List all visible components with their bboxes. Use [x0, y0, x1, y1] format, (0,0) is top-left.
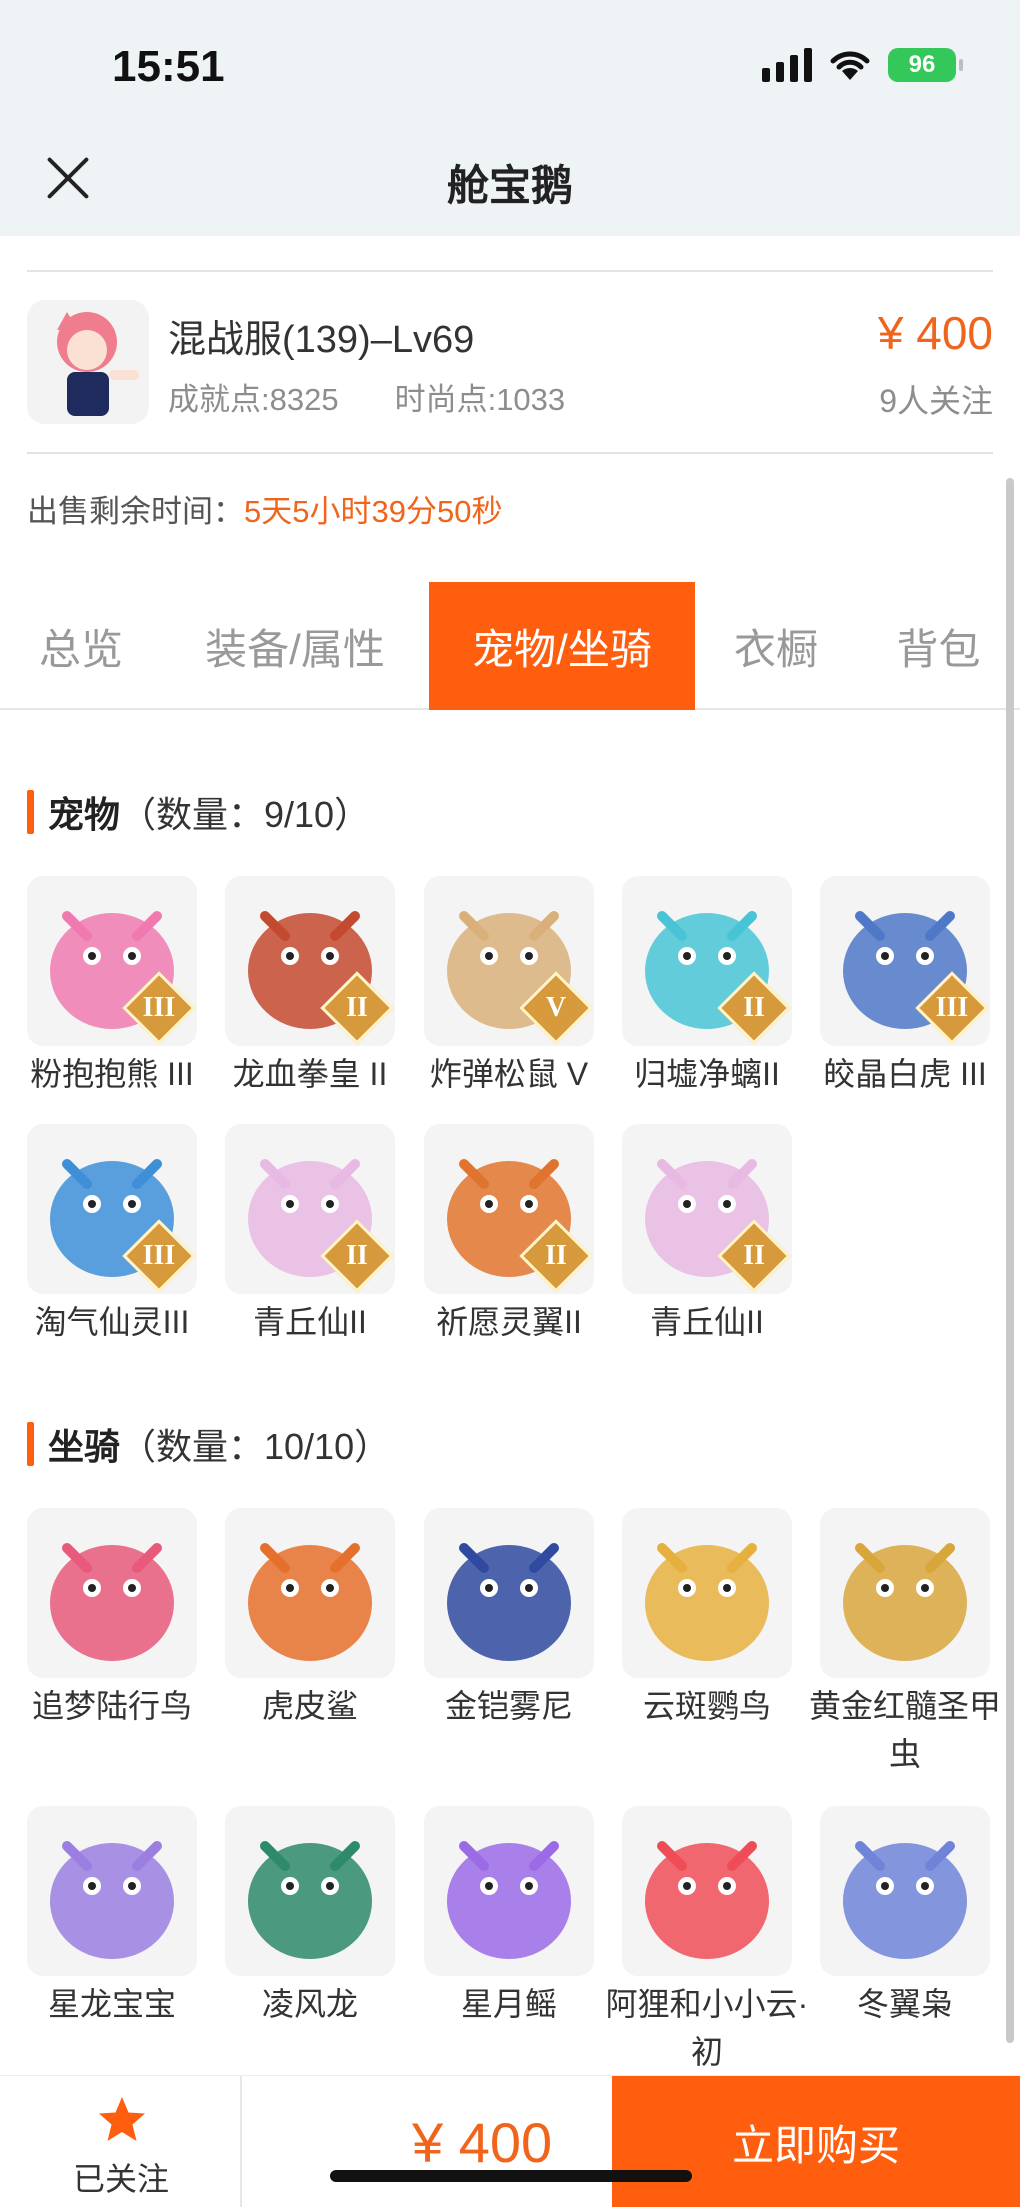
list-item[interactable]: 虎皮鲨	[225, 1508, 395, 1730]
buy-now-button[interactable]: 立即购买	[612, 2076, 1020, 2207]
tiger-icon: III	[820, 876, 990, 1046]
list-item[interactable]: II 青丘仙II	[622, 1124, 792, 1346]
list-item[interactable]: 追梦陆行鸟	[27, 1508, 197, 1730]
wind-dragon-icon	[225, 1806, 395, 1976]
remaining-label: 出售剩余时间：	[27, 494, 244, 529]
status-icons: 96	[762, 48, 963, 82]
divider	[27, 452, 993, 454]
tab-overview[interactable]: 总览	[0, 582, 162, 710]
bird-icon: II	[424, 1124, 594, 1294]
status-time: 15:51	[112, 42, 225, 91]
ray-icon	[424, 1806, 594, 1976]
item-name: 龙血拳皇 II	[232, 1056, 388, 1092]
list-item[interactable]: 星龙宝宝	[27, 1806, 197, 2028]
mounts-section-title: 坐骑 （数量：10/10）	[27, 1418, 390, 1470]
fox-fairy-icon: II	[622, 1124, 792, 1294]
item-name: 星月鳐	[460, 1986, 557, 2022]
cellular-signal-icon	[762, 48, 812, 82]
star-icon	[99, 2097, 145, 2141]
server-level: 混战服(139)–Lv69	[168, 319, 475, 361]
item-name: 金铠雾尼	[444, 1688, 573, 1724]
list-item[interactable]: 云斑鹦鸟	[622, 1508, 792, 1730]
list-item[interactable]: 黄金红髓圣甲虫	[809, 1508, 1001, 1778]
list-item[interactable]: II 青丘仙II	[225, 1124, 395, 1346]
divider	[27, 270, 993, 272]
pets-section-title: 宠物 （数量：9/10）	[27, 786, 370, 838]
points-row: 成就点:8325 时尚点:1033	[168, 374, 565, 419]
list-item[interactable]: II 龙血拳皇 II	[225, 876, 395, 1098]
character-avatar	[27, 300, 149, 424]
remaining-time: 出售剩余时间：5天5小时39分50秒	[27, 486, 502, 531]
list-item[interactable]: 星月鳐	[424, 1806, 594, 2028]
list-item[interactable]: III 淘气仙灵III	[27, 1124, 197, 1346]
tab-bar: 总览 装备/属性 宠物/坐骑 衣橱 背包	[0, 582, 1020, 710]
wifi-icon	[830, 51, 870, 80]
item-name: 青丘仙II	[650, 1304, 764, 1340]
fox-cloud-icon	[622, 1806, 792, 1976]
follow-button[interactable]: 已关注	[0, 2076, 242, 2207]
tab-bag[interactable]: 背包	[857, 582, 1020, 710]
item-name: 祈愿灵翼II	[436, 1304, 582, 1340]
scrollbar[interactable]	[1006, 478, 1014, 2043]
item-name: 青丘仙II	[253, 1304, 367, 1340]
tab-pets-mounts[interactable]: 宠物/坐骑	[429, 582, 695, 710]
bottom-price: ¥ 400	[412, 2111, 553, 2174]
beetle-icon	[820, 1508, 990, 1678]
owl-icon	[820, 1806, 990, 1976]
achievement-points: 成就点:8325	[168, 382, 339, 417]
list-item[interactable]: II 归墟净螭II	[622, 876, 792, 1098]
item-name: 阿狸和小小云·初	[605, 1986, 809, 2070]
baby-dragon-icon	[27, 1806, 197, 1976]
item-name: 炸弹松鼠 V	[429, 1056, 589, 1092]
parrot-icon	[622, 1508, 792, 1678]
item-name: 星龙宝宝	[47, 1986, 176, 2022]
item-name: 黄金红髓圣甲虫	[808, 1688, 1001, 1772]
follow-label: 已关注	[72, 2161, 169, 2197]
tab-wardrobe[interactable]: 衣橱	[695, 582, 857, 710]
item-name: 皎晶白虎 III	[823, 1056, 987, 1092]
home-indicator	[330, 2170, 692, 2182]
page-title: 舱宝鹅	[446, 162, 573, 209]
list-item[interactable]: 阿狸和小小云·初	[606, 1806, 808, 2076]
list-item[interactable]: 金铠雾尼	[424, 1508, 594, 1730]
item-name: 冬翼枭	[856, 1986, 953, 2022]
serpent-icon: II	[622, 876, 792, 1046]
bottom-action-bar: 已关注 ¥ 400 立即购买	[0, 2075, 1020, 2207]
squirrel-icon: V	[424, 876, 594, 1046]
list-item[interactable]: III 粉抱抱熊 III	[27, 876, 197, 1098]
list-item[interactable]: V 炸弹松鼠 V	[424, 876, 594, 1098]
fashion-points: 时尚点:1033	[394, 382, 566, 417]
battery-icon: 96	[888, 48, 963, 82]
remaining-value: 5天5小时39分50秒	[244, 494, 503, 529]
shark-icon	[225, 1508, 395, 1678]
item-name: 淘气仙灵III	[34, 1304, 190, 1340]
item-name: 凌风龙	[261, 1986, 358, 2022]
tab-equipment[interactable]: 装备/属性	[162, 582, 428, 710]
list-item[interactable]: III 皎晶白虎 III	[820, 876, 990, 1098]
list-item[interactable]: II 祈愿灵翼II	[424, 1124, 594, 1346]
top-header: 15:51 96 舱宝鹅	[0, 0, 1020, 236]
fox-fairy-icon: II	[225, 1124, 395, 1294]
dragon-icon: II	[225, 876, 395, 1046]
spirit-icon: III	[27, 1124, 197, 1294]
list-item[interactable]: 冬翼枭	[820, 1806, 990, 2028]
list-item[interactable]: 凌风龙	[225, 1806, 395, 2028]
followers-count: 9人关注	[879, 383, 993, 419]
item-name: 归墟净螭II	[634, 1056, 780, 1092]
armored-bird-icon	[424, 1508, 594, 1678]
item-name: 追梦陆行鸟	[31, 1688, 192, 1724]
item-name: 虎皮鲨	[261, 1688, 358, 1724]
item-name: 云斑鹦鸟	[642, 1688, 771, 1724]
listing-price: ¥ 400	[877, 307, 993, 359]
bear-icon: III	[27, 876, 197, 1046]
item-name: 粉抱抱熊 III	[30, 1056, 194, 1092]
ostrich-icon	[27, 1508, 197, 1678]
